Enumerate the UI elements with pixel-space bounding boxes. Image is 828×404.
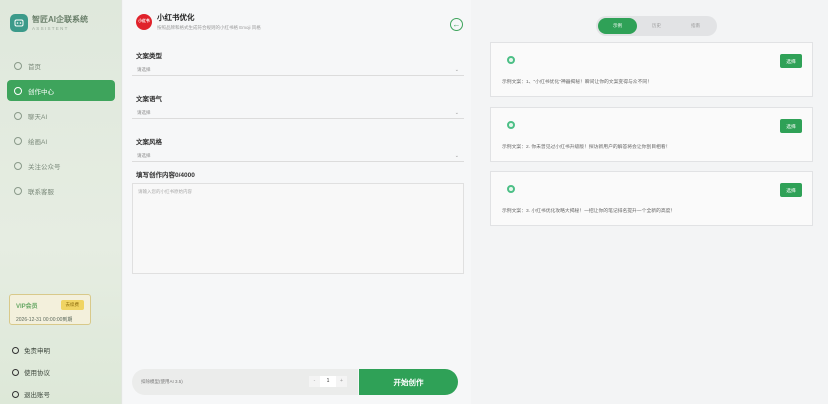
tab-bar: 示例 历史 指南 xyxy=(596,16,717,36)
brand-name: 智匠AI企联系统 xyxy=(32,15,88,24)
radio-icon[interactable] xyxy=(507,121,515,129)
radio-icon[interactable] xyxy=(507,185,515,193)
vip-card: VIP会员 去续费 2026-12-31 00:00:00到期 xyxy=(9,294,91,325)
radio-icon[interactable] xyxy=(507,56,515,64)
logout-link[interactable]: 退出账号 xyxy=(12,383,50,404)
tab-history[interactable]: 历史 xyxy=(637,18,676,34)
copy-type-select[interactable]: 请选择 ⌄ xyxy=(132,65,464,76)
sidebar-item-label: 创作中心 xyxy=(28,88,54,96)
wechat-icon xyxy=(14,161,22,170)
content-label: 填写创作内容0/4000 xyxy=(136,172,195,179)
sidebar-item-draw-ai[interactable]: 绘画AI xyxy=(7,130,115,151)
example-card: 选择 示例文案：3. 小红书优化攻略大揭秘！一招让你的笔记排名提升一个全新的高度… xyxy=(490,171,813,226)
brand-logo-icon xyxy=(10,14,28,32)
quantity-stepper: - 1 + xyxy=(309,376,347,387)
select-button[interactable]: 选择 xyxy=(780,54,802,68)
vip-label: VIP会员 xyxy=(16,303,38,310)
copy-tone-label: 文案语气 xyxy=(136,96,162,103)
bottom-bar: 扣除模型(使用AI 3.5) - 1 + xyxy=(132,369,358,395)
sidebar-item-chat-ai[interactable]: 聊天AI xyxy=(7,105,115,126)
select-placeholder: 请选择 xyxy=(137,153,151,158)
copy-style-select[interactable]: 请选择 ⌄ xyxy=(132,151,464,162)
copy-tone-select[interactable]: 请选择 ⌄ xyxy=(132,108,464,119)
decrement-button[interactable]: - xyxy=(309,376,320,387)
info-icon xyxy=(12,346,19,354)
select-button[interactable]: 选择 xyxy=(780,183,802,197)
sidebar-item-follow[interactable]: 关注公众号 xyxy=(7,155,115,176)
select-placeholder: 请选择 xyxy=(137,110,151,115)
sidebar-item-label: 绘画AI xyxy=(28,138,48,146)
example-card: 选择 示例文案：2. 你未曾见过小红书升级版！探访新用户的解答将会让你刮目相看！ xyxy=(490,107,813,162)
back-button[interactable]: ← xyxy=(450,18,463,31)
tab-example[interactable]: 示例 xyxy=(598,18,637,34)
examples-panel: 示例 历史 指南 选择 示例文案：1、"小红书优化"神器揭秘！瞬间让你的文案变得… xyxy=(472,0,828,404)
home-icon xyxy=(14,61,22,70)
sidebar-item-label: 首页 xyxy=(28,63,41,71)
footer-label: 使用协议 xyxy=(24,370,50,377)
vip-expire-date: 2026-12-31 00:00:00到期 xyxy=(16,317,73,323)
palette-icon xyxy=(14,136,22,145)
increment-button[interactable]: + xyxy=(336,376,347,387)
start-creation-button[interactable]: 开始创作 xyxy=(359,369,458,395)
form-header: 小红书 小红书优化 按照品牌和格式生成符合规则的小红书格 Emoji 风格 xyxy=(136,12,261,31)
xiaohongshu-logo-icon: 小红书 xyxy=(136,13,152,30)
grid-icon xyxy=(14,86,22,95)
sidebar-item-label: 关注公众号 xyxy=(28,163,61,171)
support-icon xyxy=(14,186,22,195)
sidebar-item-label: 联系客服 xyxy=(28,188,54,196)
sidebar: 智匠AI企联系统 ASSISTENT 首页 创作中心 聊天AI 绘画AI 关注公… xyxy=(0,0,122,404)
tab-guide[interactable]: 指南 xyxy=(676,18,715,34)
chat-icon xyxy=(14,111,22,120)
example-text: 示例文案：1、"小红书优化"神器揭秘！瞬间让你的文案变得与众不同！ xyxy=(502,80,652,85)
select-placeholder: 请选择 xyxy=(137,67,151,72)
example-text: 示例文案：2. 你未曾见过小红书升级版！探访新用户的解答将会让你刮目相看！ xyxy=(502,145,671,150)
arrow-left-icon: ← xyxy=(452,20,461,29)
form-panel: 小红书 小红书优化 按照品牌和格式生成符合规则的小红书格 Emoji 风格 ← … xyxy=(123,0,471,404)
footer-label: 退出账号 xyxy=(24,392,50,399)
vip-renew-button[interactable]: 去续费 xyxy=(60,300,84,310)
footer-label: 免责申明 xyxy=(24,348,50,355)
chevron-down-icon: ⌄ xyxy=(454,110,459,116)
agreement-link[interactable]: 使用协议 xyxy=(12,361,50,383)
sidebar-item-label: 聊天AI xyxy=(28,113,48,121)
sidebar-item-home[interactable]: 首页 xyxy=(7,55,115,76)
model-cost-text: 扣除模型(使用AI 3.5) xyxy=(141,379,183,384)
sidebar-footer: 免责申明 使用协议 退出账号 xyxy=(12,339,50,404)
select-button[interactable]: 选择 xyxy=(780,119,802,133)
power-icon xyxy=(12,390,19,398)
page-title: 小红书优化 xyxy=(157,13,195,22)
sidebar-item-support[interactable]: 联系客服 xyxy=(7,180,115,201)
copy-type-label: 文案类型 xyxy=(136,53,162,60)
sidebar-nav: 首页 创作中心 聊天AI 绘画AI 关注公众号 联系客服 xyxy=(7,55,115,205)
chevron-down-icon: ⌄ xyxy=(454,153,459,159)
sidebar-item-creation-center[interactable]: 创作中心 xyxy=(7,80,115,101)
textarea-placeholder: 请输入您的小红书原始内容 xyxy=(138,189,192,194)
example-text: 示例文案：3. 小红书优化攻略大揭秘！一招让你的笔记排名提升一个全新的高度！ xyxy=(502,209,676,214)
brand: 智匠AI企联系统 ASSISTENT xyxy=(10,14,88,32)
chevron-down-icon: ⌄ xyxy=(454,67,459,73)
disclaimer-link[interactable]: 免责申明 xyxy=(12,339,50,361)
brand-subtitle: ASSISTENT xyxy=(32,26,69,31)
quantity-input[interactable]: 1 xyxy=(320,376,336,387)
document-icon xyxy=(12,368,19,376)
copy-style-label: 文案风格 xyxy=(136,139,162,146)
content-textarea[interactable]: 请输入您的小红书原始内容 xyxy=(132,183,464,274)
example-card: 选择 示例文案：1、"小红书优化"神器揭秘！瞬间让你的文案变得与众不同！ xyxy=(490,42,813,97)
page-subtitle: 按照品牌和格式生成符合规则的小红书格 Emoji 风格 xyxy=(157,25,261,30)
